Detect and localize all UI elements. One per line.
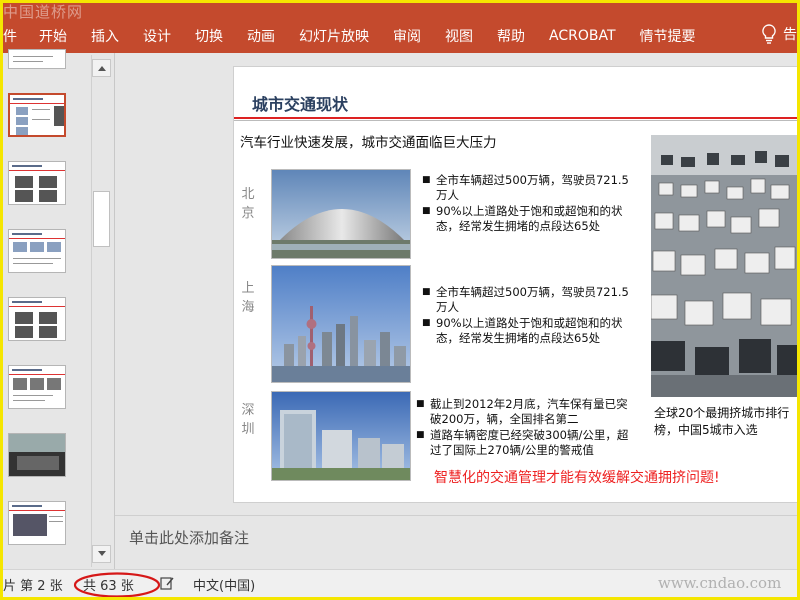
slide-index: 片 第 2 张 <box>3 579 63 594</box>
tell-me-label: 告 <box>783 27 797 43</box>
bullet-text: 截止到2012年2月底，汽车保有量已突破200万，辆，全国排名第二 <box>430 397 628 426</box>
notes-placeholder: 单击此处添加备注 <box>129 529 250 547</box>
beijing-photo <box>271 169 411 259</box>
scroll-handle[interactable] <box>93 191 110 247</box>
city-label-shanghai: 上海 <box>241 281 255 315</box>
tab-review[interactable]: 审阅 <box>393 26 421 46</box>
ribbon-tab-bar: 中国道桥网 件 开始 插入 设计 切换 动画 幻灯片放映 审阅 视图 帮助 AC… <box>3 3 797 53</box>
highlight-ellipse <box>73 572 161 597</box>
powerpoint-window: 中国道桥网 件 开始 插入 设计 切换 动画 幻灯片放映 审阅 视图 帮助 AC… <box>0 0 800 600</box>
scroll-down-button[interactable] <box>92 545 111 563</box>
shanghai-bullets: ■ 全市车辆超过500万辆，驾驶员721.5万人 ■ 90%以上道路处于饱和或超饱和… <box>422 285 636 347</box>
traffic-jam-photo <box>651 135 797 397</box>
ribbon-tabs: 件 开始 插入 设计 切换 动画 幻灯片放映 审阅 视图 帮助 ACROBAT … <box>3 25 720 47</box>
bullet-text: 90%以上道路处于饱和或超饱和的状态，经常发生拥堵的点段达65处 <box>436 316 623 345</box>
lightbulb-icon <box>762 24 776 44</box>
title-underline <box>234 117 797 119</box>
conclusion-text: 智慧化的交通管理才能有效缓解交通拥挤问题! <box>434 470 720 486</box>
slide-thumbnail[interactable] <box>8 161 66 205</box>
site-watermark: 中国道桥网 <box>3 3 84 21</box>
tab-file[interactable]: 件 <box>3 26 17 46</box>
tab-animations[interactable]: 动画 <box>247 26 275 46</box>
slide-editor: 城市交通现状 汽车行业快速发展，城市交通面临巨大压力 北京 ■ 全市车辆超过50… <box>115 53 797 515</box>
traffic-caption: 全球20个最拥挤城市排行榜，中国5城市入选 <box>654 406 790 437</box>
current-slide[interactable]: 城市交通现状 汽车行业快速发展，城市交通面临巨大压力 北京 ■ 全市车辆超过50… <box>234 67 797 502</box>
bullet-text: 全市车辆超过500万辆，驾驶员721.5万人 <box>436 285 629 314</box>
thumbnail-scrollbar[interactable] <box>91 55 111 567</box>
slide-thumbnail[interactable] <box>8 229 66 273</box>
scroll-up-button[interactable] <box>92 59 111 77</box>
tab-transitions[interactable]: 切换 <box>195 26 223 46</box>
bullet-text: 全市车辆超过500万辆，驾驶员721.5万人 <box>436 173 629 202</box>
chevron-up-icon <box>98 66 106 71</box>
shenzhen-photo <box>271 391 411 481</box>
tab-design[interactable]: 设计 <box>143 26 171 46</box>
tab-slideshow[interactable]: 幻灯片放映 <box>299 26 369 46</box>
language-indicator[interactable]: 中文(中国) <box>193 575 255 594</box>
shanghai-photo <box>271 265 411 383</box>
bullet-text: 道路车辆密度已经突破300辆/公里，超过了国际上270辆/公里的警戒值 <box>430 428 629 457</box>
city-label-shenzhen: 深圳 <box>241 403 255 437</box>
city-label-beijing: 北京 <box>241 187 255 221</box>
tab-insert[interactable]: 插入 <box>91 26 119 46</box>
slide-thumbnail-current[interactable] <box>8 93 66 137</box>
slide-title: 城市交通现状 <box>252 95 349 114</box>
slide-thumbnail-pane <box>3 49 91 570</box>
tab-acrobat[interactable]: ACROBAT <box>549 28 616 44</box>
slide-thumbnail[interactable] <box>8 501 66 545</box>
status-bar: 片 第 2 张 共 63 张 中文(中国) www.cndao.com <box>3 569 797 597</box>
notes-edit-icon[interactable] <box>159 575 175 591</box>
slide-thumbnail[interactable] <box>8 365 66 409</box>
chevron-down-icon <box>98 551 106 556</box>
tab-help[interactable]: 帮助 <box>497 26 525 46</box>
tab-storyboard[interactable]: 情节提要 <box>640 26 696 46</box>
slide-thumbnail[interactable] <box>8 433 66 477</box>
tab-view[interactable]: 视图 <box>445 26 473 46</box>
slide-thumbnail[interactable] <box>8 49 66 69</box>
slide-subtitle: 汽车行业快速发展，城市交通面临巨大压力 <box>240 135 497 151</box>
tab-home[interactable]: 开始 <box>39 26 67 46</box>
title-underline-shadow <box>234 120 797 121</box>
slide-thumbnail[interactable] <box>8 297 66 341</box>
shenzhen-bullets: ■ 截止到2012年2月底，汽车保有量已突破200万，辆，全国排名第二 ■ 道路车辆… <box>416 397 629 457</box>
site-watermark-bottom: www.cndao.com <box>658 574 782 592</box>
beijing-bullets: ■ 全市车辆超过500万辆，驾驶员721.5万人 ■ 90%以上道路处于饱和或超饱和… <box>422 173 636 235</box>
bullet-text: 90%以上道路处于饱和或超饱和的状态，经常发生拥堵的点段达65处 <box>436 204 623 233</box>
tell-me-search[interactable]: 告 <box>761 23 797 45</box>
notes-pane[interactable]: 单击此处添加备注 <box>115 515 797 569</box>
